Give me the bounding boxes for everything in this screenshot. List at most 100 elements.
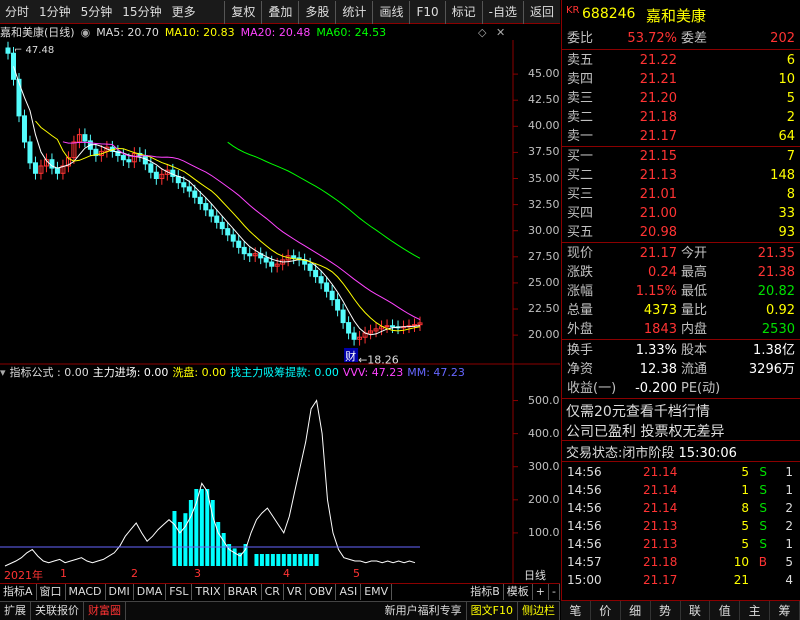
row-value-2: 5 (786, 91, 795, 106)
candle-body (27, 141, 33, 164)
candle-body (203, 203, 209, 211)
panel-tab-1[interactable]: 价 (591, 601, 621, 620)
indicator-bar (199, 489, 204, 566)
indicator-tab-9[interactable]: VR (284, 584, 307, 600)
tick-volume: 21 (733, 573, 749, 587)
row-label: 买二 (567, 168, 594, 183)
panel-tab-2[interactable]: 细 (621, 601, 651, 620)
indicator-tab-3[interactable]: DMI (106, 584, 134, 600)
tick-row: 14:56 21.14 1 S 1 (565, 481, 797, 499)
indicator-menu-icon[interactable]: ▾ (0, 366, 6, 379)
tick-time: 14:57 (567, 555, 602, 569)
indicator-bar (188, 500, 193, 566)
sidebar-toggle[interactable]: 侧边栏 (518, 602, 560, 620)
row-label: 买一 (567, 149, 594, 164)
tool-button-1[interactable]: 叠加 (261, 1, 298, 24)
indicator-tab-5[interactable]: FSL (166, 584, 193, 600)
ask-row-3: 卖二 21.18 2 (565, 109, 797, 127)
diamond-icon[interactable]: ◇ (478, 26, 486, 39)
chart-canvas[interactable]: ⌐ 47.48←18.26财 (0, 40, 560, 584)
candle-body (120, 155, 126, 161)
indicator-tab-13[interactable]: 指标B (467, 584, 504, 600)
indicator-tab-6[interactable]: TRIX (192, 584, 225, 600)
stat-row-3: 总量 4373 量比 0.92 (565, 302, 797, 320)
indicator-tab-16[interactable]: - (549, 584, 560, 600)
tick-volume: 5 (741, 465, 749, 479)
tick-count: 1 (785, 483, 793, 497)
tool-button-2[interactable]: 多股 (298, 1, 335, 24)
candle-body (335, 299, 341, 311)
tool-button-0[interactable]: 复权 (224, 1, 261, 24)
indicator-tab-10[interactable]: OBV (306, 584, 337, 600)
month-1: 1 (60, 567, 67, 580)
indicator-tab-7[interactable]: BRAR (225, 584, 262, 600)
settings-icon[interactable]: ◉ (81, 26, 91, 39)
row-label: 涨跌 (567, 265, 594, 280)
wealth-circle-tab[interactable]: 财富圈 (84, 602, 126, 620)
chart-title: 嘉和美康(日线) (0, 26, 75, 39)
row-value: 1.33% (635, 343, 677, 358)
tool-button-5[interactable]: F10 (409, 1, 444, 24)
tool-button-4[interactable]: 画线 (372, 1, 409, 24)
event-label: 财 (345, 349, 356, 363)
tool-button-6[interactable]: 标记 (444, 1, 482, 24)
row-label: 卖四 (567, 72, 594, 87)
row-label: 净资 (567, 362, 594, 377)
tick-count: 2 (785, 501, 793, 515)
divider (561, 440, 800, 441)
month-2: 2 (131, 567, 138, 580)
candle-body (324, 282, 330, 292)
period-tab-0[interactable]: 分时 (0, 0, 34, 24)
indicator-tab-12[interactable]: EMV (361, 584, 393, 600)
time-axis: 2021年 1 2 3 4 5 日线 (0, 567, 560, 583)
candle-body (82, 134, 88, 142)
panel-tab-5[interactable]: 值 (710, 601, 741, 620)
candle-body (390, 325, 396, 328)
period-tab-3[interactable]: 15分钟 (117, 0, 166, 24)
indicator-bar (177, 522, 182, 566)
indicator-tab-0[interactable]: 指标A (0, 584, 37, 600)
indicator-bar (298, 554, 303, 566)
related-quote-tab[interactable]: 关联报价 (31, 602, 84, 620)
panel-tab-0[interactable]: 笔 (561, 601, 591, 620)
ma5-line (13, 66, 421, 336)
row-value: 1.15% (635, 284, 677, 299)
period-tab-4[interactable]: 更多 (167, 0, 201, 24)
panel-tab-6[interactable]: 主 (740, 601, 771, 620)
ma20-line (62, 141, 421, 321)
panel-tab-7[interactable]: 筹 (770, 601, 800, 620)
indicator-bar (205, 489, 210, 566)
indicator-tab-11[interactable]: ASI (336, 584, 362, 600)
trade-time: 15:30:06 (678, 446, 737, 461)
tick-row: 15:00 21.17 21 4 (565, 571, 797, 589)
expand-button[interactable]: 扩展 (0, 602, 31, 620)
row-value: 21.01 (639, 187, 677, 202)
period-tab-2[interactable]: 5分钟 (76, 0, 118, 24)
notice-depth[interactable]: 仅需20元查看千档行情 (566, 401, 710, 421)
tick-count: 1 (785, 465, 793, 479)
ask-row-0: 卖五 21.22 6 (565, 52, 797, 70)
month-4: 4 (283, 567, 290, 580)
row-label: 总量 (567, 303, 594, 318)
panel-tab-3[interactable]: 势 (651, 601, 681, 620)
f10-link[interactable]: 图文F10 (467, 602, 518, 620)
indicator-tab-14[interactable]: 模板 (504, 584, 533, 600)
tool-button-8[interactable]: 返回 (522, 1, 560, 24)
close-icon[interactable]: ✕ (496, 26, 505, 39)
tool-button-3[interactable]: 统计 (335, 1, 372, 24)
tool-button-7[interactable]: -自选 (481, 1, 523, 24)
tick-side: S (759, 537, 767, 551)
indicator-tab-2[interactable]: MACD (66, 584, 106, 600)
indicator-tab-1[interactable]: 窗口 (37, 584, 66, 600)
row-value-2: 21.35 (757, 246, 795, 261)
indicator-tab-4[interactable]: DMA (134, 584, 167, 600)
indicator-tab-15[interactable]: + (533, 584, 550, 600)
candle-body (214, 215, 220, 223)
promo-link[interactable]: 新用户福利专享 (381, 602, 467, 620)
indicator-tab-8[interactable]: CR (262, 584, 284, 600)
row-value: 21.17 (639, 129, 677, 144)
indicator-bar (303, 554, 308, 566)
tick-price: 21.18 (643, 555, 678, 569)
panel-tab-4[interactable]: 联 (681, 601, 711, 620)
period-tab-1[interactable]: 1分钟 (34, 0, 76, 24)
